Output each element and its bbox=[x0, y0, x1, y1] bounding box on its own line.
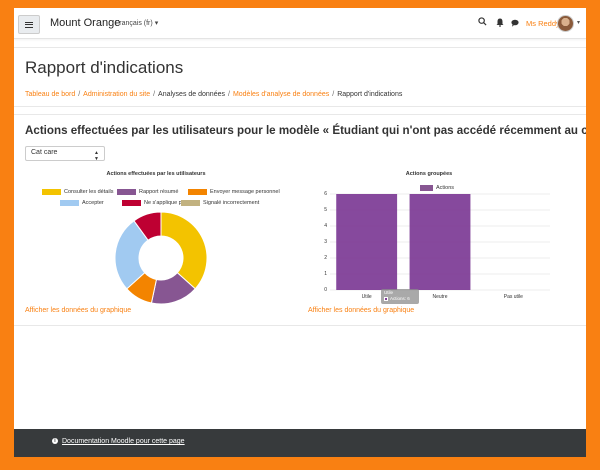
y-tick-label: 3 bbox=[324, 239, 327, 245]
breadcrumb-separator: / bbox=[332, 91, 335, 98]
navbar: Mount Orange Français (fr) ▾ Ms Reddy ▾ bbox=[14, 8, 586, 39]
chevron-down-icon: ▾ bbox=[154, 20, 159, 27]
page-header: Rapport d'indications Tableau de bord / Ad… bbox=[14, 47, 586, 107]
pie-legend-swatch[interactable] bbox=[60, 200, 79, 206]
breadcrumb-item-site-admin[interactable]: Administration du site bbox=[83, 91, 150, 98]
y-tick-label: 6 bbox=[324, 191, 327, 197]
pie-legend-label[interactable]: Envoyer message personnel bbox=[210, 189, 280, 195]
pie-legend-swatch[interactable] bbox=[188, 189, 207, 195]
language-menu[interactable]: Français (fr) ▾ bbox=[115, 19, 158, 27]
hamburger-icon[interactable] bbox=[18, 15, 40, 34]
x-tick-label: Neutre bbox=[432, 294, 448, 300]
pie-legend-label[interactable]: Rapport résumé bbox=[139, 189, 178, 195]
breadcrumb-separator: / bbox=[153, 91, 156, 98]
avatar[interactable] bbox=[557, 15, 574, 32]
breadcrumb-item-dashboard[interactable]: Tableau de bord bbox=[25, 91, 75, 98]
show-pie-data-link[interactable]: Afficher les données du graphique bbox=[25, 307, 131, 314]
breadcrumb-item-models[interactable]: Modèles d'analyse de données bbox=[233, 91, 329, 98]
bell-icon[interactable] bbox=[496, 18, 504, 29]
y-tick-label: 4 bbox=[324, 223, 327, 229]
breadcrumb-separator: / bbox=[78, 91, 81, 98]
bar[interactable] bbox=[409, 194, 471, 290]
site-name[interactable]: Mount Orange bbox=[50, 17, 120, 29]
pie-legend-swatch[interactable] bbox=[122, 200, 141, 206]
pie-legend-label[interactable]: Consulter les détails bbox=[64, 189, 114, 195]
bar-chart-title: Actions groupées bbox=[405, 171, 453, 177]
bar-legend-label: Actions bbox=[436, 185, 455, 191]
select-value: Cat care bbox=[31, 149, 58, 156]
documentation-link[interactable]: Documentation Moodle pour cette page bbox=[62, 438, 185, 445]
bar-chart bbox=[330, 193, 550, 291]
y-tick-label: 5 bbox=[324, 207, 327, 213]
x-tick-label: Pas utile bbox=[503, 294, 523, 300]
pie-legend-label[interactable]: Accepter bbox=[82, 200, 104, 206]
language-label: Français (fr) bbox=[115, 20, 153, 27]
pie-chart-title: Actions effectuées par les utilisateurs bbox=[106, 171, 206, 177]
info-icon: i bbox=[52, 438, 58, 444]
page-frame: Mount Orange Français (fr) ▾ Ms Reddy ▾ … bbox=[14, 8, 586, 457]
section-heading: Actions effectuées par les utilisateurs … bbox=[25, 124, 586, 137]
x-tick-label: Utile bbox=[361, 294, 372, 300]
breadcrumb-item-current: Rapport d'indications bbox=[337, 91, 403, 98]
breadcrumb: Tableau de bord / Administration du site / A… bbox=[25, 91, 402, 98]
pie-legend-swatch[interactable] bbox=[117, 189, 136, 195]
tooltip-value: Actions: 6 bbox=[390, 296, 410, 301]
bar[interactable] bbox=[336, 194, 398, 290]
breadcrumb-item-analytics: Analyses de données bbox=[158, 91, 225, 98]
bar-tooltip: Utile Actions: 6 bbox=[381, 289, 419, 304]
context-select[interactable]: Cat care ▲ ▼ bbox=[25, 146, 105, 162]
chat-icon[interactable] bbox=[511, 19, 519, 29]
show-bar-data-link[interactable]: Afficher les données du graphique bbox=[308, 307, 414, 314]
y-tick-label: 2 bbox=[324, 255, 327, 261]
pie-slice[interactable] bbox=[160, 212, 207, 290]
breadcrumb-separator: / bbox=[227, 91, 230, 98]
chevron-down-icon[interactable]: ▾ bbox=[577, 19, 580, 26]
y-tick-label: 0 bbox=[324, 287, 327, 293]
pie-legend-swatch[interactable] bbox=[42, 189, 61, 195]
footer: i Documentation Moodle pour cette page bbox=[14, 429, 586, 457]
chevron-updown-icon: ▲ ▼ bbox=[94, 150, 99, 162]
pie-legend-swatch[interactable] bbox=[181, 200, 200, 206]
bar-legend-swatch bbox=[420, 185, 433, 191]
y-tick-label: 1 bbox=[324, 271, 327, 277]
main-content: Actions effectuées par les utilisateurs … bbox=[14, 114, 586, 326]
user-name[interactable]: Ms Reddy bbox=[526, 19, 560, 28]
pie-chart bbox=[115, 212, 207, 304]
search-icon[interactable] bbox=[478, 17, 487, 28]
page-title: Rapport d'indications bbox=[25, 58, 184, 77]
pie-legend-label[interactable]: Signalé incorrectement bbox=[203, 200, 259, 206]
